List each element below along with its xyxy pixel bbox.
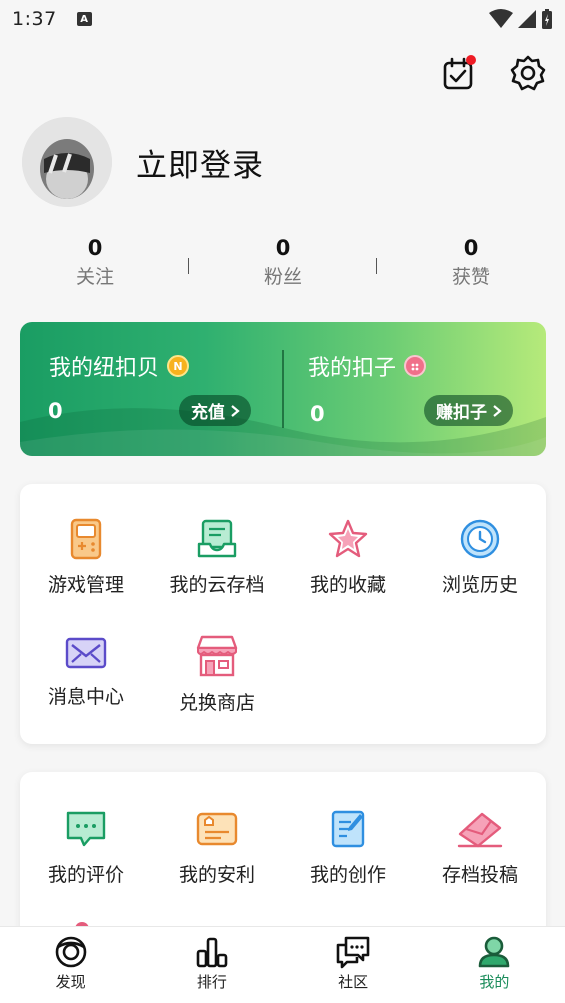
edit-doc-icon bbox=[331, 810, 365, 848]
stat-count: 0 bbox=[463, 236, 479, 260]
tab-ranking[interactable]: 排行 bbox=[141, 927, 282, 1003]
save-submission-item[interactable]: 存档投稿 bbox=[415, 808, 545, 887]
comment-icon bbox=[66, 811, 106, 847]
stat-following[interactable]: 0 关注 bbox=[15, 236, 175, 289]
niukoubei-title: 我的纽扣贝 N bbox=[49, 350, 190, 382]
earn-kouzi-label: 赚扣子 bbox=[436, 403, 487, 423]
game-management-item[interactable]: 游戏管理 bbox=[21, 518, 151, 597]
status-bar: 1:37 A bbox=[0, 0, 565, 38]
bottom-tab-bar: 发现 排行 社区 我的 bbox=[0, 926, 565, 1003]
mail-icon bbox=[65, 637, 107, 669]
my-creations-item[interactable]: 我的创作 bbox=[283, 808, 413, 887]
stat-label: 粉丝 bbox=[263, 266, 302, 288]
stat-count: 0 bbox=[275, 236, 291, 260]
tab-mine[interactable]: 我的 bbox=[424, 927, 565, 1003]
checkin-button[interactable] bbox=[441, 54, 479, 92]
save-submission-label: 存档投稿 bbox=[441, 864, 518, 886]
game-management-label: 游戏管理 bbox=[47, 574, 124, 596]
envelope-submit-icon bbox=[457, 812, 503, 848]
tab-label: 社区 bbox=[338, 973, 369, 991]
stat-count: 0 bbox=[87, 236, 103, 260]
my-creations-label: 我的创作 bbox=[309, 864, 386, 886]
button-coin-icon bbox=[404, 355, 427, 377]
recharge-button[interactable]: 充值 bbox=[179, 395, 251, 426]
battery-icon bbox=[542, 9, 552, 29]
settings-button[interactable] bbox=[509, 54, 547, 92]
status-time: 1:37 bbox=[12, 8, 57, 30]
my-recommend-item[interactable]: 我的安利 bbox=[152, 808, 282, 887]
stat-label: 获赞 bbox=[451, 266, 490, 288]
user-icon bbox=[479, 936, 510, 968]
wallet-divider bbox=[282, 350, 284, 428]
message-center-label: 消息中心 bbox=[47, 686, 124, 708]
tab-label: 排行 bbox=[196, 973, 227, 991]
avatar[interactable] bbox=[22, 117, 112, 207]
niukoubei-label: 我的纽扣贝 bbox=[49, 356, 160, 381]
kouzi-title: 我的扣子 bbox=[308, 350, 427, 382]
exchange-store-item[interactable]: 兑换商店 bbox=[152, 634, 282, 715]
default-avatar-icon bbox=[22, 117, 112, 207]
services-card: 游戏管理 我的云存档 我的收藏 浏览历史 消息中心 兑换商店 bbox=[20, 484, 546, 744]
top-actions bbox=[441, 54, 547, 92]
history-label: 浏览历史 bbox=[441, 574, 518, 596]
discover-icon bbox=[55, 936, 86, 968]
my-reviews-item[interactable]: 我的评价 bbox=[21, 808, 151, 887]
cloud-save-item[interactable]: 我的云存档 bbox=[152, 518, 282, 597]
kouzi-label: 我的扣子 bbox=[308, 356, 397, 381]
notification-dot bbox=[466, 55, 476, 65]
stat-divider bbox=[188, 258, 189, 274]
cloud-save-icon bbox=[197, 519, 237, 558]
status-indicators bbox=[489, 8, 553, 30]
gear-icon bbox=[510, 55, 546, 91]
star-icon bbox=[328, 519, 368, 558]
stats-row: 0 关注 0 粉丝 0 获赞 bbox=[0, 236, 565, 296]
stat-followers[interactable]: 0 粉丝 bbox=[203, 236, 363, 289]
niukoubei-coin-icon: N bbox=[167, 355, 190, 377]
profile-header[interactable]: 立即登录 bbox=[22, 117, 264, 207]
niukoubei-value: 0 bbox=[48, 399, 63, 423]
community-icon bbox=[336, 936, 370, 969]
game-console-icon bbox=[70, 518, 102, 560]
tab-discover[interactable]: 发现 bbox=[0, 927, 141, 1003]
signal-icon bbox=[518, 10, 536, 28]
kouzi-value: 0 bbox=[310, 402, 325, 426]
exchange-store-label: 兑换商店 bbox=[178, 692, 255, 714]
cloud-save-label: 我的云存档 bbox=[169, 574, 265, 596]
favorites-label: 我的收藏 bbox=[309, 574, 386, 596]
earn-kouzi-button[interactable]: 赚扣子 bbox=[424, 395, 513, 426]
tab-community[interactable]: 社区 bbox=[283, 927, 424, 1003]
history-item[interactable]: 浏览历史 bbox=[415, 518, 545, 597]
my-reviews-label: 我的评价 bbox=[47, 864, 124, 886]
stat-label: 关注 bbox=[75, 266, 114, 288]
wifi-icon bbox=[489, 9, 513, 28]
store-icon bbox=[196, 635, 238, 677]
my-recommend-label: 我的安利 bbox=[178, 864, 255, 886]
recommend-card-icon bbox=[196, 812, 238, 846]
clock-icon bbox=[460, 519, 500, 559]
notification-a-icon: A bbox=[76, 12, 92, 26]
wallet-card: 我的纽扣贝 N 0 充值 我的扣子 0 赚扣子 bbox=[20, 322, 546, 456]
tab-label: 我的 bbox=[479, 973, 510, 991]
tab-label: 发现 bbox=[55, 973, 86, 991]
favorites-item[interactable]: 我的收藏 bbox=[283, 518, 413, 597]
chevron-right-icon bbox=[493, 404, 502, 417]
stat-likes[interactable]: 0 获赞 bbox=[391, 236, 551, 289]
message-center-item[interactable]: 消息中心 bbox=[21, 634, 151, 709]
recharge-label: 充值 bbox=[191, 403, 225, 423]
ranking-icon bbox=[196, 937, 228, 968]
stat-divider bbox=[376, 258, 377, 274]
login-link[interactable]: 立即登录 bbox=[136, 140, 264, 185]
chevron-right-icon bbox=[231, 404, 240, 417]
